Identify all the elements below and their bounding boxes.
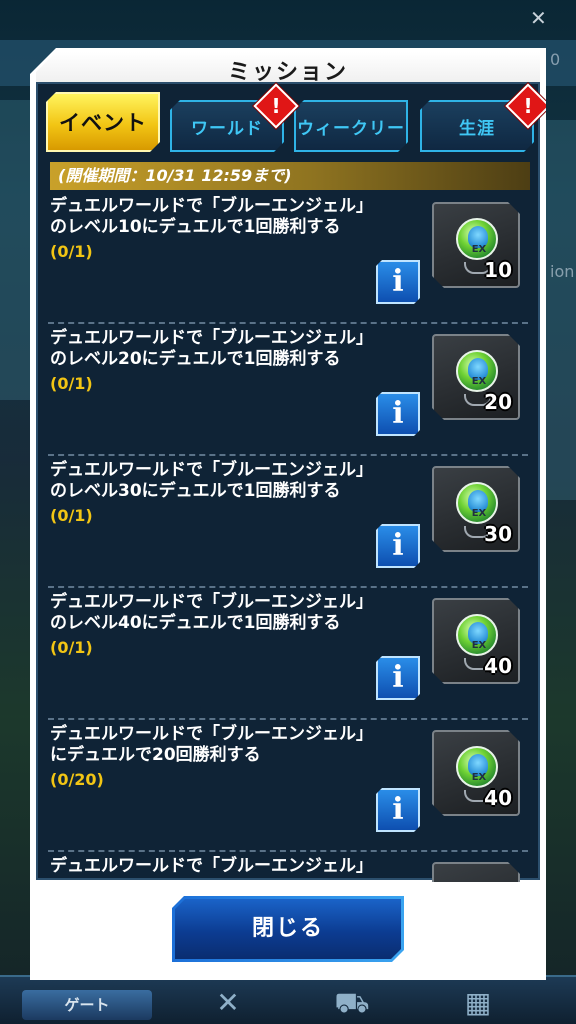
info-button[interactable]: i bbox=[376, 656, 420, 700]
medal-ex-label: EX bbox=[471, 640, 487, 651]
reward-box[interactable]: EX 10 bbox=[432, 202, 520, 288]
ex-medal-icon: EX bbox=[456, 218, 498, 260]
mission-description: デュエルワールドで「ブルーエンジェル」 のレベル10にデュエルで1回勝利する bbox=[50, 196, 430, 238]
reward-count: 10 bbox=[484, 258, 512, 282]
reward-count: 20 bbox=[484, 390, 512, 414]
close-button[interactable]: 閉じる bbox=[175, 899, 401, 959]
background-text: ion bbox=[550, 262, 575, 281]
reward-box[interactable] bbox=[432, 862, 520, 882]
mission-item: デュエルワールドで「ブルーエンジェル」 bbox=[48, 852, 528, 882]
event-period-banner: (開催期間：10/31 12:59まで) bbox=[50, 162, 530, 190]
alert-icon: ! bbox=[523, 94, 533, 118]
ex-medal-icon: EX bbox=[456, 614, 498, 656]
mission-text-line2: のレベル10にデュエルで1回勝利する bbox=[50, 217, 341, 237]
info-button[interactable]: i bbox=[376, 392, 420, 436]
reward-box[interactable]: EX 20 bbox=[432, 334, 520, 420]
background-corner-text: 0 bbox=[550, 50, 561, 69]
mission-progress: (0/20) bbox=[50, 770, 104, 789]
medal-ex-label: EX bbox=[471, 508, 487, 519]
reward-box[interactable]: EX 30 bbox=[432, 466, 520, 552]
reward-count: 40 bbox=[484, 786, 512, 810]
mission-description: デュエルワールドで「ブルーエンジェル」 bbox=[50, 856, 430, 877]
mission-text-line2: のレベル20にデュエルで1回勝利する bbox=[50, 349, 341, 369]
mission-description: デュエルワールドで「ブルーエンジェル」 にデュエルで20回勝利する bbox=[50, 724, 430, 766]
tab-lifetime-label: 生涯 bbox=[459, 118, 495, 139]
mission-panel: イベント ワールド ウィークリー 生涯 ! ! (開催期間：10/31 12:5… bbox=[36, 82, 546, 882]
tab-event-label: イベント bbox=[59, 111, 147, 135]
mission-text-line1: デュエルワールドで「ブルーエンジェル」 bbox=[50, 196, 373, 216]
mission-description: デュエルワールドで「ブルーエンジェル」 のレベル30にデュエルで1回勝利する bbox=[50, 460, 430, 502]
info-button[interactable]: i bbox=[376, 524, 420, 568]
mission-description: デュエルワールドで「ブルーエンジェル」 のレベル40にデュエルで1回勝利する bbox=[50, 592, 430, 634]
background-building-right bbox=[546, 120, 576, 500]
mission-text-line1: デュエルワールドで「ブルーエンジェル」 bbox=[50, 328, 373, 348]
tab-weekly[interactable]: ウィークリー bbox=[294, 100, 408, 152]
mission-list[interactable]: デュエルワールドで「ブルーエンジェル」 のレベル10にデュエルで1回勝利する (… bbox=[38, 192, 538, 882]
ex-medal-icon: EX bbox=[456, 482, 498, 524]
medal-ex-label: EX bbox=[471, 244, 487, 255]
mission-progress: (0/1) bbox=[50, 638, 93, 657]
shop-cart-icon[interactable]: ⛟ bbox=[330, 985, 374, 1021]
mission-item: デュエルワールドで「ブルーエンジェル」 にデュエルで20回勝利する (0/20)… bbox=[48, 720, 528, 852]
background-building-left bbox=[0, 100, 30, 400]
mission-text-line2: のレベル40にデュエルで1回勝利する bbox=[50, 613, 341, 633]
mission-text-line2: にデュエルで20回勝利する bbox=[50, 745, 261, 765]
mission-progress: (0/1) bbox=[50, 374, 93, 393]
info-button[interactable]: i bbox=[376, 260, 420, 304]
ex-medal-icon: EX bbox=[456, 746, 498, 788]
gate-nav-button[interactable]: ゲート bbox=[22, 990, 152, 1020]
mute-status-icon[interactable]: ✕ bbox=[530, 6, 564, 30]
mission-text-line2: のレベル30にデュエルで1回勝利する bbox=[50, 481, 341, 501]
mission-tabs: イベント ワールド ウィークリー 生涯 ! ! bbox=[46, 83, 546, 154]
mission-item: デュエルワールドで「ブルーエンジェル」 のレベル10にデュエルで1回勝利する (… bbox=[48, 192, 528, 324]
mission-progress: (0/1) bbox=[50, 506, 93, 525]
mission-text-line1: デュエルワールドで「ブルーエンジェル」 bbox=[50, 592, 373, 612]
reward-box[interactable]: EX 40 bbox=[432, 598, 520, 684]
medal-ex-label: EX bbox=[471, 376, 487, 387]
mission-text-line1: デュエルワールドで「ブルーエンジェル」 bbox=[50, 724, 373, 744]
reward-box[interactable]: EX 40 bbox=[432, 730, 520, 816]
mission-item: デュエルワールドで「ブルーエンジェル」 のレベル40にデュエルで1回勝利する (… bbox=[48, 588, 528, 720]
ex-medal-icon: EX bbox=[456, 350, 498, 392]
mission-progress: (0/1) bbox=[50, 242, 93, 261]
mission-description: デュエルワールドで「ブルーエンジェル」 のレベル20にデュエルで1回勝利する bbox=[50, 328, 430, 370]
tab-weekly-label: ウィークリー bbox=[297, 118, 405, 139]
tab-event[interactable]: イベント bbox=[46, 92, 160, 152]
reward-count: 30 bbox=[484, 522, 512, 546]
duel-nav-icon[interactable]: ✕ bbox=[206, 985, 250, 1021]
mission-item: デュエルワールドで「ブルーエンジェル」 のレベル20にデュエルで1回勝利する (… bbox=[48, 324, 528, 456]
mission-text-line1: デュエルワールドで「ブルーエンジェル」 bbox=[50, 460, 373, 480]
alert-icon: ! bbox=[271, 94, 281, 118]
close-button-frame: 閉じる bbox=[172, 896, 404, 962]
deck-cards-icon[interactable]: ▦ bbox=[456, 985, 500, 1021]
tab-world-label: ワールド bbox=[191, 118, 263, 139]
reward-count: 40 bbox=[484, 654, 512, 678]
mission-item: デュエルワールドで「ブルーエンジェル」 のレベル30にデュエルで1回勝利する (… bbox=[48, 456, 528, 588]
mission-text-line1: デュエルワールドで「ブルーエンジェル」 bbox=[50, 856, 373, 876]
medal-ex-label: EX bbox=[471, 772, 487, 783]
info-button[interactable]: i bbox=[376, 788, 420, 832]
mission-dialog: ミッション イベント ワールド ウィークリー 生涯 ! ! (開催期間：10/3… bbox=[30, 48, 546, 980]
